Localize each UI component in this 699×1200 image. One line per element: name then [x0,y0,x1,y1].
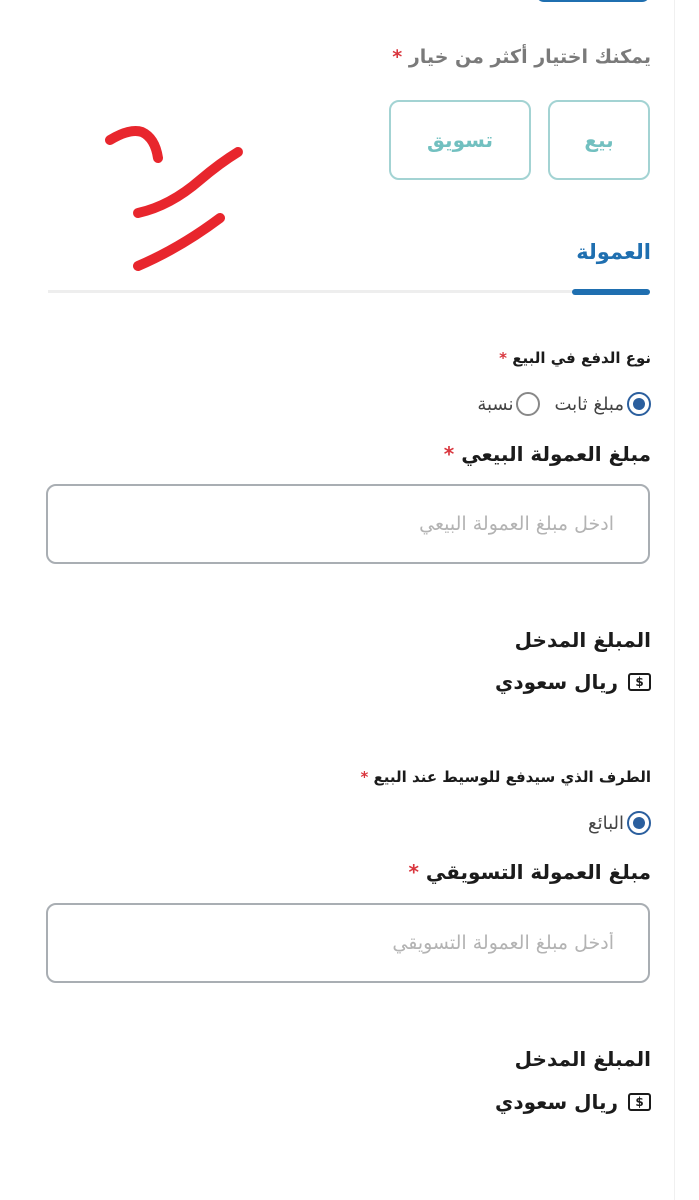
payment-type-fixed-option[interactable]: مبلغ ثابت [554,392,651,416]
payment-type-radio-group: مبلغ ثابت نسبة [477,392,651,416]
required-asterisk: * [443,442,455,466]
payment-type-label-text: نوع الدفع في البيع [512,349,651,367]
payment-type-label: نوع الدفع في البيع * [493,349,651,367]
sale-entered-amount-currency: $ ريال سعودي [495,670,651,694]
marketing-commission-amount-label: مبلغ العمولة التسويقي * [402,860,651,884]
commission-form-screen: يمكنك اختيار أكثر من خيار * بيع تسويق ال… [0,0,699,1200]
marketing-commission-amount-label-text: مبلغ العمولة التسويقي [425,860,651,884]
sale-currency-label: ريال سعودي [495,670,618,694]
required-asterisk: * [408,860,419,884]
sale-commission-amount-label-text: مبلغ العمولة البيعي [461,442,651,466]
active-tab-indicator [572,289,650,295]
marketing-currency-label: ريال سعودي [495,1090,618,1114]
payer-seller-option[interactable]: البائع [588,811,651,835]
radio-percentage[interactable] [516,392,541,416]
previous-section-button-edge[interactable] [536,0,650,2]
commission-payer-label: الطرف الذي سيدفع للوسيط عند البيع * [354,768,651,786]
right-edge-divider [674,0,675,1200]
required-asterisk: * [392,46,403,68]
payer-seller-label: البائع [588,812,624,834]
sale-commission-amount-label: مبلغ العمولة البيعي * [438,442,651,466]
currency-icon: $ [628,1093,651,1111]
required-asterisk: * [499,349,508,367]
payment-type-percentage-option[interactable]: نسبة [477,392,541,416]
tab-commission[interactable]: العمولة [576,240,651,264]
sale-commission-amount-input[interactable] [46,484,650,564]
radio-fixed-selected[interactable] [627,392,651,416]
currency-icon: $ [628,673,651,691]
marketing-entered-amount-title: المبلغ المدخل [514,1047,651,1071]
red-annotation-scribble [105,126,243,271]
commission-payer-label-text: الطرف الذي سيدفع للوسيط عند البيع [373,768,651,786]
payment-type-fixed-label: مبلغ ثابت [554,393,624,415]
deal-type-hint-text: يمكنك اختيار أكثر من خيار [408,46,651,68]
deal-type-marketing-button[interactable]: تسويق [389,100,531,180]
radio-seller-selected[interactable] [627,811,651,835]
marketing-commission-amount-input[interactable] [46,903,650,983]
deal-type-marketing-label: تسويق [427,128,493,152]
marketing-entered-amount-currency: $ ريال سعودي [495,1090,651,1114]
tab-divider [48,290,650,293]
deal-type-hint: يمكنك اختيار أكثر من خيار * [386,46,651,68]
deal-type-sell-button[interactable]: بيع [548,100,650,180]
commission-payer-radio-group: البائع [588,811,651,835]
sale-entered-amount-title: المبلغ المدخل [514,628,651,652]
required-asterisk: * [360,768,369,786]
payment-type-percentage-label: نسبة [477,393,514,415]
deal-type-sell-label: بيع [584,128,614,152]
